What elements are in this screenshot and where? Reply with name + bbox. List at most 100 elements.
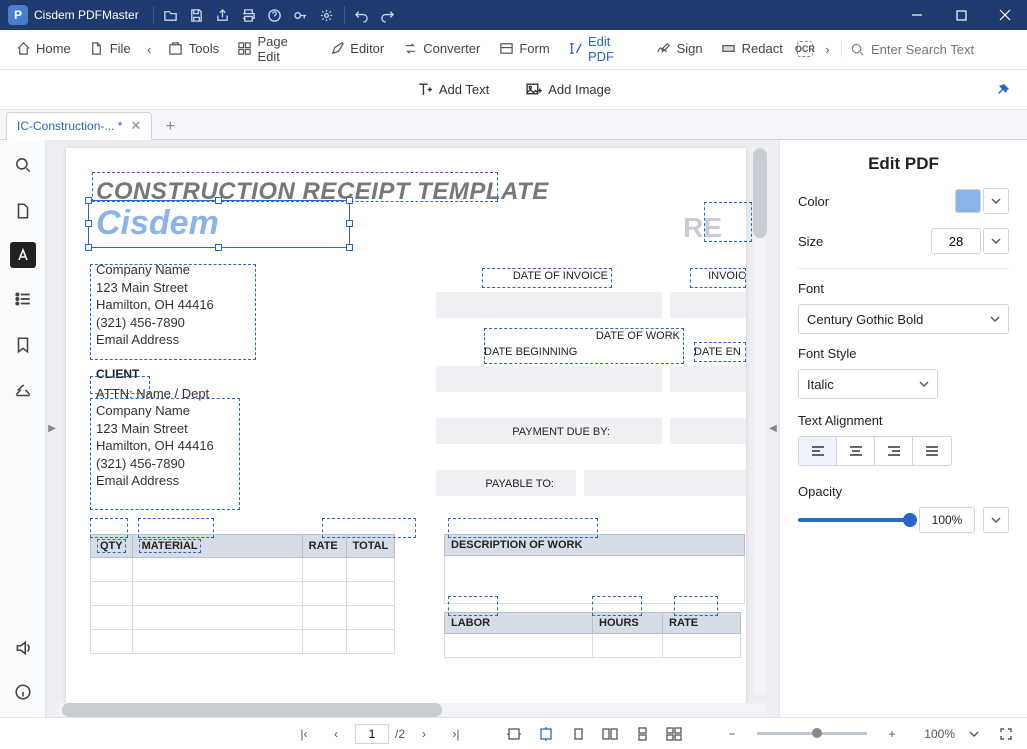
ocr-button[interactable]: OCR: [793, 35, 817, 65]
collapse-right-icon[interactable]: ◀: [767, 140, 779, 717]
add-image-button[interactable]: Add Image: [517, 76, 619, 103]
new-tab-button[interactable]: +: [158, 115, 182, 139]
undo-icon[interactable]: [349, 2, 375, 28]
opacity-dropdown-icon[interactable]: [983, 507, 1009, 533]
continuous-two-icon[interactable]: [661, 722, 687, 746]
zoom-in-icon[interactable]: +: [879, 722, 905, 746]
next-page-icon[interactable]: ›: [411, 722, 437, 746]
search-panel-icon[interactable]: [8, 150, 38, 180]
editor-button[interactable]: Editor: [321, 35, 392, 65]
align-center-button[interactable]: [837, 437, 875, 465]
single-page-icon[interactable]: [565, 722, 591, 746]
input-invoice-no[interactable]: [670, 292, 746, 318]
share-icon[interactable]: [210, 2, 236, 28]
opacity-value[interactable]: 100%: [919, 507, 975, 533]
label-date-work[interactable]: DATE OF WORK: [484, 330, 680, 342]
redo-icon[interactable]: [375, 2, 401, 28]
tab-close-icon[interactable]: ✕: [130, 118, 141, 134]
two-page-icon[interactable]: [597, 722, 623, 746]
page-edit-icon: [237, 41, 252, 57]
continuous-icon[interactable]: [629, 722, 655, 746]
zoom-out-icon[interactable]: −: [719, 722, 745, 746]
label-date-end[interactable]: DATE EN: [694, 346, 746, 358]
page-input[interactable]: [355, 724, 389, 744]
fullscreen-icon[interactable]: [993, 722, 1019, 746]
thumbnails-icon[interactable]: [8, 196, 38, 226]
toolbar-next-icon[interactable]: ›: [818, 42, 837, 57]
label-payable-to[interactable]: PAYABLE TO:: [462, 478, 554, 490]
font-select[interactable]: Century Gothic Bold: [798, 304, 1009, 334]
align-right-button[interactable]: [875, 437, 913, 465]
font-style-select[interactable]: Italic: [798, 369, 938, 399]
input-date-begin[interactable]: [436, 366, 662, 392]
edit-pdf-button[interactable]: Edit PDF: [560, 28, 646, 72]
font-panel-icon[interactable]: [10, 242, 36, 268]
materials-table[interactable]: QTY MATERIAL RATE TOTAL: [90, 534, 395, 654]
info-icon[interactable]: [8, 677, 38, 707]
vertical-scrollbar[interactable]: [753, 148, 767, 695]
crop-icon[interactable]: [8, 376, 38, 406]
search-input[interactable]: [871, 42, 1021, 57]
input-date-invoice[interactable]: [436, 292, 662, 318]
left-rail: [0, 140, 46, 717]
collapse-left-icon[interactable]: ▶: [46, 140, 58, 717]
file-button[interactable]: File: [81, 35, 139, 65]
print-icon[interactable]: [236, 2, 262, 28]
fit-width-icon[interactable]: [501, 722, 527, 746]
doc-receipt-text[interactable]: RE: [683, 212, 722, 244]
horizontal-scrollbar[interactable]: [58, 703, 767, 717]
size-dropdown-icon[interactable]: [983, 228, 1009, 254]
last-page-icon[interactable]: ›|: [443, 722, 469, 746]
label-invoice-no[interactable]: INVOIC: [690, 270, 746, 282]
document-tab[interactable]: IC-Construction-... * ✕: [6, 112, 152, 140]
label-payment-due[interactable]: PAYMENT DUE BY:: [484, 426, 610, 438]
redact-button[interactable]: Redact: [713, 35, 791, 65]
sign-button[interactable]: Sign: [648, 35, 711, 65]
zoom-slider[interactable]: [757, 732, 867, 735]
bookmark-icon[interactable]: [8, 330, 38, 360]
labor-table[interactable]: LABOR HOURS RATE: [444, 612, 741, 658]
label-date-invoice[interactable]: DATE OF INVOICE: [482, 270, 608, 282]
close-button[interactable]: [983, 0, 1027, 30]
toolbar-prev-icon[interactable]: ‹: [140, 42, 159, 57]
opacity-slider[interactable]: [798, 518, 911, 522]
input-payable-to[interactable]: [584, 470, 746, 496]
color-swatch[interactable]: [955, 189, 981, 213]
minimize-button[interactable]: [895, 0, 939, 30]
color-label: Color: [798, 194, 829, 209]
tools-button[interactable]: Tools: [160, 35, 227, 65]
size-input[interactable]: [931, 228, 981, 254]
save-icon[interactable]: [184, 2, 210, 28]
pin-icon[interactable]: [995, 82, 1011, 98]
input-date-end[interactable]: [670, 366, 746, 392]
outline-icon[interactable]: [8, 284, 38, 314]
description-table[interactable]: DESCRIPTION OF WORK: [444, 534, 745, 604]
maximize-button[interactable]: [939, 0, 983, 30]
first-page-icon[interactable]: |‹: [291, 722, 317, 746]
converter-button[interactable]: Converter: [394, 35, 488, 65]
sound-icon[interactable]: [8, 633, 38, 663]
tab-bar: IC-Construction-... * ✕ +: [0, 110, 1027, 140]
fit-page-icon[interactable]: [533, 722, 559, 746]
tools-icon: [168, 41, 184, 57]
open-icon[interactable]: [158, 2, 184, 28]
edit-pdf-icon: [568, 41, 583, 57]
form-button[interactable]: Form: [490, 35, 557, 65]
label-date-begin[interactable]: DATE BEGINNING: [484, 346, 594, 358]
pdf-page[interactable]: CONSTRUCTION RECEIPT TEMPLATE Cisdem RE …: [66, 148, 746, 703]
color-dropdown-icon[interactable]: [983, 188, 1009, 214]
key-icon[interactable]: [288, 2, 314, 28]
align-justify-button[interactable]: [913, 437, 951, 465]
zoom-dropdown-icon[interactable]: [961, 722, 987, 746]
help-icon[interactable]: [262, 2, 288, 28]
add-text-button[interactable]: Add Text: [408, 76, 497, 103]
settings-icon[interactable]: [314, 2, 340, 28]
home-button[interactable]: Home: [7, 35, 79, 65]
input-payment-due[interactable]: [670, 418, 746, 444]
prev-page-icon[interactable]: ‹: [323, 722, 349, 746]
page-edit-button[interactable]: Page Edit: [229, 28, 319, 72]
alignment-label: Text Alignment: [798, 413, 1009, 428]
align-left-button[interactable]: [799, 437, 837, 465]
search-icon[interactable]: [850, 42, 865, 57]
document-scroll[interactable]: CONSTRUCTION RECEIPT TEMPLATE Cisdem RE …: [58, 140, 767, 703]
